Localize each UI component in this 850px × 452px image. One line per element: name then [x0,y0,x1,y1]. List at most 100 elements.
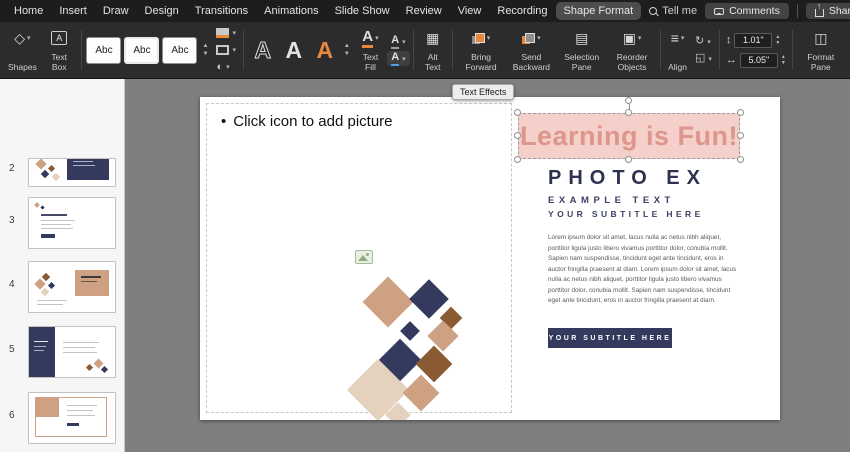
ribbon-separator [452,30,453,70]
bring-forward-icon [472,33,485,44]
tab-review[interactable]: Review [398,2,450,20]
size-group: ↕ ▲ ▼ ↔ ▲ ▼ [723,25,789,75]
format-pane-button[interactable]: ◫ Format Pane [796,25,846,75]
selection-pane-icon: ▤ [575,31,588,45]
selection-handle[interactable] [514,109,521,116]
text-fill-button[interactable]: A▾ Text Fill [354,25,387,75]
tab-draw[interactable]: Draw [95,2,137,20]
rotation-handle[interactable] [625,97,632,104]
text-fill-label: Text Fill [358,53,383,73]
title-textbox[interactable]: Learning is Fun! [518,113,740,159]
thumbnail-preview [29,327,115,375]
picture-placeholder[interactable]: • Click icon to add picture [206,103,512,413]
caret-down-icon: ▾ [537,34,541,42]
ribbon-separator [243,30,244,70]
gallery-down-icon[interactable]: ▼ [344,51,350,57]
shape-fill-button[interactable]: ▾ [212,26,240,41]
tab-transitions[interactable]: Transitions [187,2,256,20]
tab-shape-format[interactable]: Shape Format [556,2,642,20]
selection-handle[interactable] [514,156,521,163]
reorder-objects-icon: ▣ [623,31,636,45]
align-label: Align [668,63,687,73]
slide-subtitle-1[interactable]: EXAMPLE TEXT [548,195,675,206]
rotate-group-stack: ↻▾ ◱▾ [691,25,716,75]
gallery-down-icon[interactable]: ▼ [202,51,208,57]
slide-body-text[interactable]: Lorem ipsum dolor sit amet, lacus nulla … [548,233,743,307]
wordart-preview-1[interactable]: A [249,39,277,62]
insert-picture-icon[interactable] [355,250,373,264]
caret-down-icon: ▾ [402,55,406,63]
text-effects-button[interactable]: A▾ [387,51,409,66]
tab-insert[interactable]: Insert [51,2,95,20]
thumbnail-slide-5[interactable] [28,326,116,378]
bring-forward-button[interactable]: ▾ Bring Forward [456,25,506,75]
shape-style-preview-1[interactable]: Abc [86,37,121,64]
shape-outline-button[interactable]: ▾ [212,43,240,58]
comments-label: Comments [729,5,780,17]
share-button[interactable]: Share [806,3,850,19]
selection-pane-button[interactable]: ▤ Selection Pane [557,25,607,75]
rotate-button[interactable]: ↻▾ [691,34,716,49]
thumbnail-slide-4[interactable] [28,261,116,313]
text-outline-button[interactable]: A▾ [387,34,409,49]
wordart-preview-3[interactable]: A [311,39,339,62]
thumbnail-slide-3[interactable] [28,197,116,249]
selection-handle[interactable] [737,132,744,139]
slide-subtitle-button[interactable]: YOUR SUBTITLE HERE [548,328,672,348]
current-slide[interactable]: • Click icon to add picture [200,97,780,420]
selection-handle[interactable] [625,156,632,163]
alt-text-button[interactable]: ▦ Alt Text [417,25,449,75]
height-step-up-icon[interactable]: ▲ [775,35,780,40]
slide-heading[interactable]: PHOTO EX [548,167,707,190]
selection-handle[interactable] [514,132,521,139]
text-box-icon: A [51,31,67,45]
tab-slide-show[interactable]: Slide Show [327,2,398,20]
tab-view[interactable]: View [450,2,490,20]
text-outline-icon: A [391,35,399,49]
selection-handle[interactable] [737,156,744,163]
shape-style-preview-2[interactable]: Abc [124,37,159,64]
tab-home[interactable]: Home [6,2,51,20]
shape-outline-icon [216,45,229,55]
shape-height-icon: ↕ [726,34,732,46]
shape-height-input[interactable] [734,33,772,48]
text-box-button[interactable]: A Text Box [41,25,78,75]
menu-bar: Home Insert Draw Design Transitions Anim… [0,0,850,22]
share-label: Share [829,5,850,17]
gallery-up-icon[interactable]: ▲ [344,43,350,49]
shape-width-input[interactable] [740,53,778,68]
tab-recording[interactable]: Recording [489,2,555,20]
thumbnail-slide-6[interactable] [28,392,116,444]
comments-button[interactable]: Comments [705,3,789,19]
align-button[interactable]: ≡▾ Align [664,25,691,75]
send-backward-button[interactable]: ▾ Send Backward [506,25,556,75]
tab-design[interactable]: Design [137,2,187,20]
shape-format-stack: ▾ ▾ ◐▾ [212,25,240,75]
shape-styles-gallery: Abc Abc Abc ▲ ▼ [84,25,212,75]
thumbnail-slide-2[interactable] [28,158,116,187]
slide-subtitle-2[interactable]: YOUR SUBTITLE HERE [548,209,704,219]
powerpoint-window: { "colors": { "accent": "#e8883a", "navy… [0,0,850,452]
thumbnail-preview [29,198,115,246]
group-objects-icon: ◱ [695,53,705,64]
ribbon-separator [719,30,720,70]
caret-down-icon: ▾ [708,55,712,63]
shape-style-preview-3[interactable]: Abc [162,37,197,64]
height-step-down-icon[interactable]: ▼ [775,41,780,46]
tab-animations[interactable]: Animations [256,2,326,20]
width-step-down-icon[interactable]: ▼ [781,61,786,66]
share-icon [815,9,824,17]
placeholder-text: • Click icon to add picture [221,113,393,130]
selection-handle[interactable] [737,109,744,116]
shapes-button[interactable]: ◇▾ Shapes [4,25,41,75]
selection-handle[interactable] [625,109,632,116]
slide-title-text[interactable]: Learning is Fun! [520,121,738,152]
tell-me-button[interactable]: Tell me [641,5,705,17]
shape-effects-button[interactable]: ◐▾ [212,60,240,75]
gallery-up-icon[interactable]: ▲ [202,43,208,49]
shape-effects-icon: ◐ [216,62,223,73]
group-objects-button[interactable]: ◱▾ [691,51,716,66]
wordart-preview-2[interactable]: A [280,39,308,62]
reorder-objects-button[interactable]: ▣▾ Reorder Objects [607,25,657,75]
width-step-up-icon[interactable]: ▲ [781,55,786,60]
